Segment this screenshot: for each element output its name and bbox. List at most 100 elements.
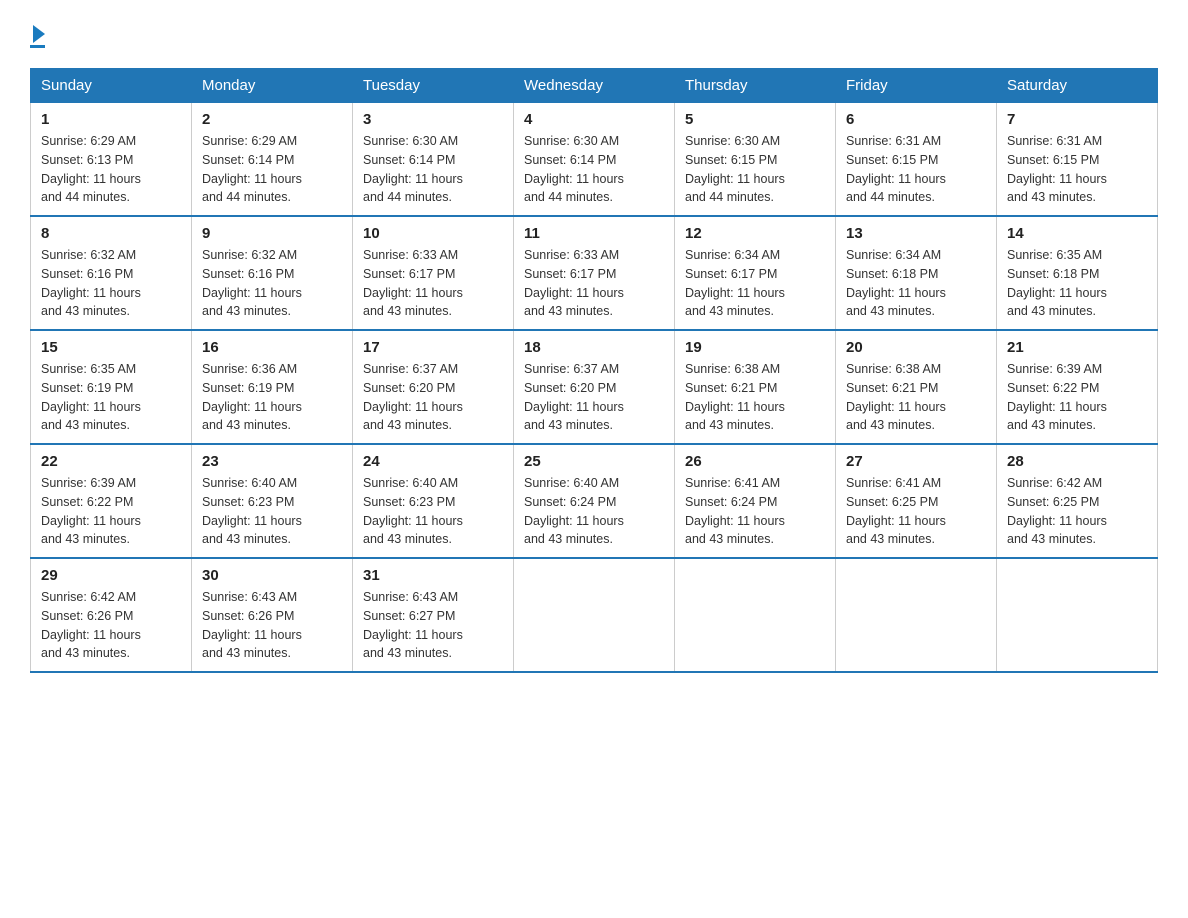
day-number: 4: [524, 111, 664, 128]
calendar-cell: 14 Sunrise: 6:35 AMSunset: 6:18 PMDaylig…: [997, 216, 1158, 330]
calendar-cell: 10 Sunrise: 6:33 AMSunset: 6:17 PMDaylig…: [353, 216, 514, 330]
day-info: Sunrise: 6:33 AMSunset: 6:17 PMDaylight:…: [524, 248, 624, 318]
calendar-cell: 27 Sunrise: 6:41 AMSunset: 6:25 PMDaylig…: [836, 444, 997, 558]
day-info: Sunrise: 6:30 AMSunset: 6:15 PMDaylight:…: [685, 134, 785, 204]
day-number: 10: [363, 225, 503, 242]
day-number: 15: [41, 339, 181, 356]
day-number: 2: [202, 111, 342, 128]
weekday-header-wednesday: Wednesday: [514, 69, 675, 103]
calendar-cell: 3 Sunrise: 6:30 AMSunset: 6:14 PMDayligh…: [353, 103, 514, 217]
calendar-cell: 30 Sunrise: 6:43 AMSunset: 6:26 PMDaylig…: [192, 558, 353, 672]
week-row-2: 8 Sunrise: 6:32 AMSunset: 6:16 PMDayligh…: [31, 216, 1158, 330]
day-number: 19: [685, 339, 825, 356]
weekday-header-thursday: Thursday: [675, 69, 836, 103]
week-row-5: 29 Sunrise: 6:42 AMSunset: 6:26 PMDaylig…: [31, 558, 1158, 672]
day-number: 3: [363, 111, 503, 128]
weekday-header-tuesday: Tuesday: [353, 69, 514, 103]
day-number: 1: [41, 111, 181, 128]
calendar-cell: 20 Sunrise: 6:38 AMSunset: 6:21 PMDaylig…: [836, 330, 997, 444]
calendar-cell: [997, 558, 1158, 672]
day-number: 11: [524, 225, 664, 242]
day-number: 23: [202, 453, 342, 470]
day-info: Sunrise: 6:42 AMSunset: 6:26 PMDaylight:…: [41, 590, 141, 660]
calendar-cell: [514, 558, 675, 672]
calendar-cell: [675, 558, 836, 672]
day-info: Sunrise: 6:39 AMSunset: 6:22 PMDaylight:…: [41, 476, 141, 546]
logo-arrow-icon: [33, 25, 45, 43]
calendar-cell: 1 Sunrise: 6:29 AMSunset: 6:13 PMDayligh…: [31, 103, 192, 217]
day-number: 25: [524, 453, 664, 470]
day-number: 17: [363, 339, 503, 356]
day-info: Sunrise: 6:42 AMSunset: 6:25 PMDaylight:…: [1007, 476, 1107, 546]
day-number: 5: [685, 111, 825, 128]
calendar-cell: 19 Sunrise: 6:38 AMSunset: 6:21 PMDaylig…: [675, 330, 836, 444]
day-info: Sunrise: 6:43 AMSunset: 6:27 PMDaylight:…: [363, 590, 463, 660]
calendar-cell: 26 Sunrise: 6:41 AMSunset: 6:24 PMDaylig…: [675, 444, 836, 558]
week-row-3: 15 Sunrise: 6:35 AMSunset: 6:19 PMDaylig…: [31, 330, 1158, 444]
day-number: 24: [363, 453, 503, 470]
calendar-cell: 9 Sunrise: 6:32 AMSunset: 6:16 PMDayligh…: [192, 216, 353, 330]
day-info: Sunrise: 6:41 AMSunset: 6:25 PMDaylight:…: [846, 476, 946, 546]
calendar-cell: [836, 558, 997, 672]
day-number: 7: [1007, 111, 1147, 128]
day-number: 9: [202, 225, 342, 242]
week-row-4: 22 Sunrise: 6:39 AMSunset: 6:22 PMDaylig…: [31, 444, 1158, 558]
day-info: Sunrise: 6:37 AMSunset: 6:20 PMDaylight:…: [363, 362, 463, 432]
calendar-cell: 12 Sunrise: 6:34 AMSunset: 6:17 PMDaylig…: [675, 216, 836, 330]
weekday-header-friday: Friday: [836, 69, 997, 103]
day-info: Sunrise: 6:35 AMSunset: 6:18 PMDaylight:…: [1007, 248, 1107, 318]
day-info: Sunrise: 6:35 AMSunset: 6:19 PMDaylight:…: [41, 362, 141, 432]
day-info: Sunrise: 6:38 AMSunset: 6:21 PMDaylight:…: [685, 362, 785, 432]
calendar-cell: 15 Sunrise: 6:35 AMSunset: 6:19 PMDaylig…: [31, 330, 192, 444]
day-number: 16: [202, 339, 342, 356]
calendar-cell: 18 Sunrise: 6:37 AMSunset: 6:20 PMDaylig…: [514, 330, 675, 444]
day-info: Sunrise: 6:31 AMSunset: 6:15 PMDaylight:…: [846, 134, 946, 204]
page-header: [30, 20, 1158, 48]
day-info: Sunrise: 6:30 AMSunset: 6:14 PMDaylight:…: [524, 134, 624, 204]
day-number: 22: [41, 453, 181, 470]
day-number: 28: [1007, 453, 1147, 470]
logo: [30, 20, 45, 48]
day-info: Sunrise: 6:34 AMSunset: 6:17 PMDaylight:…: [685, 248, 785, 318]
day-number: 18: [524, 339, 664, 356]
day-number: 8: [41, 225, 181, 242]
day-info: Sunrise: 6:39 AMSunset: 6:22 PMDaylight:…: [1007, 362, 1107, 432]
calendar-cell: 31 Sunrise: 6:43 AMSunset: 6:27 PMDaylig…: [353, 558, 514, 672]
day-info: Sunrise: 6:41 AMSunset: 6:24 PMDaylight:…: [685, 476, 785, 546]
day-number: 21: [1007, 339, 1147, 356]
day-number: 31: [363, 567, 503, 584]
day-info: Sunrise: 6:31 AMSunset: 6:15 PMDaylight:…: [1007, 134, 1107, 204]
day-info: Sunrise: 6:29 AMSunset: 6:14 PMDaylight:…: [202, 134, 302, 204]
calendar-cell: 22 Sunrise: 6:39 AMSunset: 6:22 PMDaylig…: [31, 444, 192, 558]
day-info: Sunrise: 6:40 AMSunset: 6:24 PMDaylight:…: [524, 476, 624, 546]
day-info: Sunrise: 6:43 AMSunset: 6:26 PMDaylight:…: [202, 590, 302, 660]
calendar-cell: 28 Sunrise: 6:42 AMSunset: 6:25 PMDaylig…: [997, 444, 1158, 558]
day-number: 12: [685, 225, 825, 242]
weekday-header-row: SundayMondayTuesdayWednesdayThursdayFrid…: [31, 69, 1158, 103]
calendar-cell: 13 Sunrise: 6:34 AMSunset: 6:18 PMDaylig…: [836, 216, 997, 330]
calendar-cell: 25 Sunrise: 6:40 AMSunset: 6:24 PMDaylig…: [514, 444, 675, 558]
day-number: 20: [846, 339, 986, 356]
day-info: Sunrise: 6:33 AMSunset: 6:17 PMDaylight:…: [363, 248, 463, 318]
week-row-1: 1 Sunrise: 6:29 AMSunset: 6:13 PMDayligh…: [31, 103, 1158, 217]
calendar-cell: 7 Sunrise: 6:31 AMSunset: 6:15 PMDayligh…: [997, 103, 1158, 217]
day-info: Sunrise: 6:29 AMSunset: 6:13 PMDaylight:…: [41, 134, 141, 204]
logo-underline: [30, 45, 45, 48]
day-number: 30: [202, 567, 342, 584]
day-info: Sunrise: 6:40 AMSunset: 6:23 PMDaylight:…: [202, 476, 302, 546]
day-info: Sunrise: 6:32 AMSunset: 6:16 PMDaylight:…: [202, 248, 302, 318]
calendar-cell: 11 Sunrise: 6:33 AMSunset: 6:17 PMDaylig…: [514, 216, 675, 330]
day-info: Sunrise: 6:37 AMSunset: 6:20 PMDaylight:…: [524, 362, 624, 432]
calendar-cell: 29 Sunrise: 6:42 AMSunset: 6:26 PMDaylig…: [31, 558, 192, 672]
weekday-header-saturday: Saturday: [997, 69, 1158, 103]
day-info: Sunrise: 6:34 AMSunset: 6:18 PMDaylight:…: [846, 248, 946, 318]
calendar-cell: 4 Sunrise: 6:30 AMSunset: 6:14 PMDayligh…: [514, 103, 675, 217]
calendar-cell: 21 Sunrise: 6:39 AMSunset: 6:22 PMDaylig…: [997, 330, 1158, 444]
day-info: Sunrise: 6:40 AMSunset: 6:23 PMDaylight:…: [363, 476, 463, 546]
day-info: Sunrise: 6:38 AMSunset: 6:21 PMDaylight:…: [846, 362, 946, 432]
calendar-cell: 2 Sunrise: 6:29 AMSunset: 6:14 PMDayligh…: [192, 103, 353, 217]
weekday-header-sunday: Sunday: [31, 69, 192, 103]
day-number: 13: [846, 225, 986, 242]
day-number: 14: [1007, 225, 1147, 242]
calendar-table: SundayMondayTuesdayWednesdayThursdayFrid…: [30, 68, 1158, 673]
